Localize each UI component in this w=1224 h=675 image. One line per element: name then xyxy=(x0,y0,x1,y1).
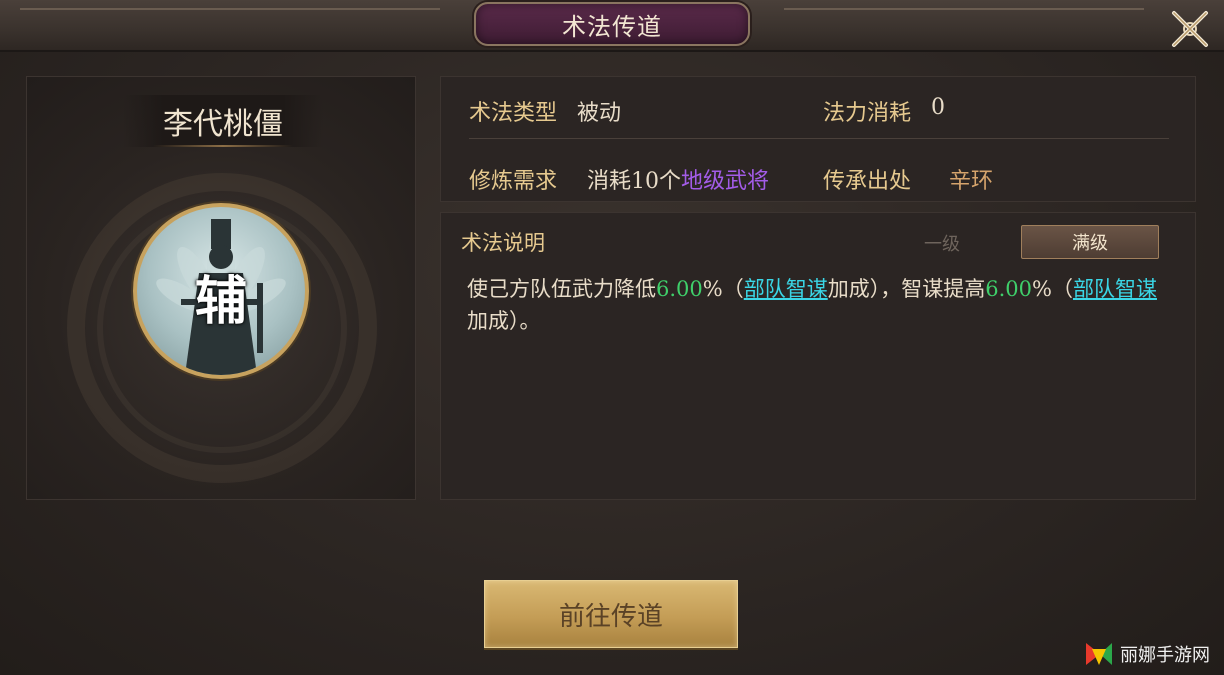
desc-part-5: 加成）。 xyxy=(467,309,541,333)
desc-part-2: %（ xyxy=(702,277,744,301)
skill-info: 术法类型 被动 法力消耗 0 修炼需求 消耗10个地级武将 传承出处 辛环 xyxy=(440,76,1196,202)
skill-description-panel: 术法说明 一级 满级 使己方队伍武力降低6.00%（部队智谋加成），智谋提高6.… xyxy=(440,212,1196,500)
top-bar: 术法传道 xyxy=(0,0,1224,52)
watermark-logo-icon xyxy=(1086,643,1112,665)
origin-label: 传承出处 xyxy=(823,169,912,194)
skill-portrait: 辅 xyxy=(133,203,309,379)
title-plate: 术法传道 xyxy=(474,2,750,46)
level-max-tab[interactable]: 满级 xyxy=(1021,225,1159,259)
intelligence-boost-value: 6.00 xyxy=(985,277,1032,301)
description-text: 使己方队伍武力降低6.00%（部队智谋加成），智谋提高6.00%（部队智谋加成）… xyxy=(467,273,1177,337)
close-icon xyxy=(1172,11,1208,47)
skill-name: 李代桃僵 xyxy=(163,107,283,142)
training-requirement-label: 修炼需求 xyxy=(469,169,558,194)
requirement-text: 消耗10个 xyxy=(587,169,681,194)
skill-card: 李代桃僵 辅 xyxy=(26,76,416,500)
close-button[interactable] xyxy=(1164,4,1216,54)
desc-part-3: 加成），智谋提高 xyxy=(827,277,986,301)
page-title: 术法传道 xyxy=(562,12,662,41)
level-one-tab[interactable]: 一级 xyxy=(911,227,973,259)
requirement-general-grade: 地级武将 xyxy=(681,169,770,194)
skill-type-value: 被动 xyxy=(577,101,622,126)
site-watermark: 丽娜手游网 xyxy=(1084,636,1220,672)
skill-type-label: 术法类型 xyxy=(469,101,558,126)
desc-part-1: 使己方队伍武力降低 xyxy=(467,277,656,301)
go-transfer-button[interactable]: 前往传道 xyxy=(484,580,738,648)
go-transfer-label: 前往传道 xyxy=(558,601,663,632)
skill-transfer-panel: 术法传道 李代桃僵 辅 术法类型 被动 法力消耗 0 修炼需求 消耗10个地级武… xyxy=(0,0,1224,675)
top-bar-ornament-right xyxy=(784,8,1144,10)
origin-value: 辛环 xyxy=(949,169,994,194)
force-reduction-value: 6.00 xyxy=(656,277,703,301)
troop-intelligence-link-2[interactable]: 部队智谋 xyxy=(1073,277,1157,301)
training-requirement-value: 消耗10个地级武将 xyxy=(587,163,769,195)
top-bar-ornament-left xyxy=(20,8,440,10)
mana-cost-value: 0 xyxy=(931,95,945,120)
portrait-role-glyph: 辅 xyxy=(194,271,247,332)
info-divider xyxy=(469,138,1169,139)
mana-cost-label: 法力消耗 xyxy=(823,101,912,126)
desc-part-4: %（ xyxy=(1032,277,1073,301)
troop-intelligence-link-1[interactable]: 部队智谋 xyxy=(744,277,828,301)
watermark-text: 丽娜手游网 xyxy=(1120,645,1210,666)
description-title: 术法说明 xyxy=(461,231,545,255)
skill-name-plate: 李代桃僵 xyxy=(123,95,323,147)
